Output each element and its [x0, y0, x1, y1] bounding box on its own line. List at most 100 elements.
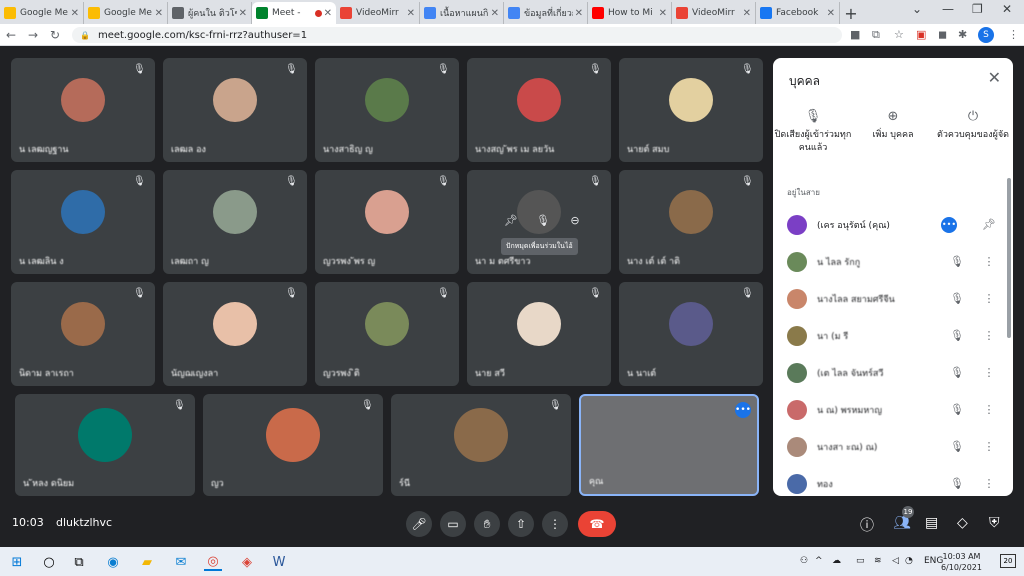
mic-off-icon[interactable]: 🎙︎	[941, 255, 973, 268]
participant-tile[interactable]: 🎙︎ นาง เต์ เต์ าติ	[619, 170, 763, 274]
system-clock[interactable]: 10:03 AM 6/10/2021	[941, 551, 982, 573]
participant-tile[interactable]: 🎙︎ ญวรพง ิติ	[315, 282, 459, 386]
participant-tile[interactable]: 🎙︎ ญวรพง ัพร ญ	[315, 170, 459, 274]
close-tab-icon[interactable]: ✕	[407, 8, 415, 19]
bookmark-star-icon[interactable]: ☆	[894, 28, 904, 41]
participant-tile[interactable]: 🎙︎ นายต์ สมบ	[619, 58, 763, 162]
people-tray-icon[interactable]: ⚇	[800, 556, 808, 566]
tab-search-icon[interactable]: ⌄	[912, 2, 922, 16]
back-icon[interactable]: ←	[0, 28, 22, 42]
meeting-details-icon[interactable]: ⓘ	[860, 515, 874, 535]
raise-hand-button[interactable]: ✋︎	[474, 511, 500, 537]
wifi-icon[interactable]: ◔	[905, 556, 913, 566]
participant-tile[interactable]: 🎙︎ เลฒถา ญ	[163, 170, 307, 274]
self-video-tile[interactable]: ••• คุณ	[579, 394, 759, 496]
chrome-icon[interactable]: ◎	[204, 553, 222, 571]
participant-tile[interactable]: 🎙︎ ญว	[203, 394, 383, 496]
browser-tab[interactable]: VideoMirr ✕	[336, 2, 420, 24]
windows-start-icon[interactable]: ⊞	[8, 553, 26, 571]
mail-icon[interactable]: ✉	[172, 553, 190, 571]
show-hidden-icon[interactable]: ^	[815, 556, 823, 566]
participant-tile[interactable]: 🎙︎ เลฒล อง	[163, 58, 307, 162]
people-list-item[interactable]: นางสา ะณ) ณ) 🎙︎ ⋮	[773, 428, 1005, 465]
participant-tile[interactable]: 🎙︎ นางสาธิญ ญ	[315, 58, 459, 162]
browser-tab[interactable]: Google Me ✕	[0, 2, 84, 24]
participant-tile[interactable]: 🎙︎ ร์นี	[391, 394, 571, 496]
close-tab-icon[interactable]: ✕	[491, 8, 499, 19]
more-vert-icon[interactable]: ⋮	[973, 477, 1005, 490]
panel-action-2[interactable]: ⏻ ตัวควบคุมของผู้จัด	[933, 110, 1013, 155]
participant-tile[interactable]: 🎙︎ นิดาม ลาเรถา	[11, 282, 155, 386]
remove-icon[interactable]: ⊖	[565, 210, 585, 230]
people-list-item[interactable]: (เต ไลล จันทร์สวี 🎙︎ ⋮	[773, 354, 1005, 391]
close-tab-icon[interactable]: ✕	[239, 8, 247, 19]
more-vert-icon[interactable]: ⋮	[973, 329, 1005, 342]
people-list-item[interactable]: น ไลล รักกู 🎙︎ ⋮	[773, 243, 1005, 280]
mic-off-icon[interactable]: 🎙︎	[941, 292, 973, 305]
close-tab-icon[interactable]: ✕	[71, 8, 79, 19]
people-scrollbar[interactable]	[1007, 178, 1011, 338]
activities-icon[interactable]: ◇	[957, 515, 968, 531]
present-button[interactable]: ⇧	[508, 511, 534, 537]
participant-tile[interactable]: 🎙︎ นาย สวี	[467, 282, 611, 386]
browser-tab[interactable]: ผู้คนใน ติวโซน✕	[168, 2, 252, 24]
new-tab-button[interactable]: +	[840, 2, 862, 24]
mic-off-icon[interactable]: 🎙︎	[941, 366, 973, 379]
leave-call-button[interactable]: ☎	[578, 511, 616, 537]
browser-tab[interactable]: VideoMirr ✕	[672, 2, 756, 24]
chat-icon[interactable]: ▤	[925, 515, 938, 531]
browser-tab[interactable]: Meet - ✕	[252, 2, 336, 24]
extension-vm-icon[interactable]: ▣	[916, 28, 926, 41]
chrome-menu-icon[interactable]: ⋮	[1008, 28, 1019, 41]
mic-off-icon[interactable]: 🎙︎	[941, 329, 973, 342]
more-vert-icon[interactable]: ⋮	[973, 292, 1005, 305]
participant-tile[interactable]: 🎙︎ นา ม ตศรีขาว 📌︎ 🎙︎ ⊖ ปักหมุดเพื่อนร่วมในไอ…	[467, 170, 611, 274]
mic-off-icon[interactable]: 🎙︎	[941, 440, 973, 453]
mic-off-icon[interactable]: 🎙︎	[941, 477, 973, 490]
volume-icon[interactable]: ◁	[892, 556, 899, 566]
participant-tile[interactable]: 🎙︎ น นาเต์	[619, 282, 763, 386]
app-icon[interactable]: ◈	[238, 553, 256, 571]
search-icon[interactable]: ○	[40, 553, 58, 571]
panel-action-0[interactable]: 🎙︎ ปิดเสียงผู้เข้าร่วมทุกคนแล้ว	[773, 110, 853, 155]
network-icon[interactable]: ≋	[874, 556, 882, 566]
close-panel-icon[interactable]: ✕	[988, 68, 1001, 87]
participant-tile[interactable]: 🎙︎ น เลฒลิน ง	[11, 170, 155, 274]
translate-icon[interactable]: ⧉	[872, 28, 880, 42]
people-list-item[interactable]: (เคร อนุรัตน์ (คุณ) ••• 📌︎	[773, 206, 1005, 243]
close-window-icon[interactable]: ✕	[1002, 2, 1012, 16]
pin-icon[interactable]: 📌︎	[973, 218, 1005, 231]
host-controls-icon[interactable]: ⛨	[989, 515, 1000, 531]
close-tab-icon[interactable]: ✕	[324, 8, 332, 19]
mute-icon[interactable]: 🎙︎	[533, 210, 553, 230]
people-list-item[interactable]: นา (ม รี 🎙︎ ⋮	[773, 317, 1005, 354]
people-list-item[interactable]: นางไลล สยามศรีจีน 🎙︎ ⋮	[773, 280, 1005, 317]
extension-red-icon[interactable]: ◼	[938, 28, 947, 41]
camera-icon[interactable]: ■	[850, 28, 860, 41]
word-icon[interactable]: W	[270, 553, 288, 571]
close-tab-icon[interactable]: ✕	[575, 8, 583, 19]
people-list-item[interactable]: ทอง 🎙︎ ⋮	[773, 465, 1005, 496]
notification-center-icon[interactable]: 20	[1000, 554, 1016, 568]
close-tab-icon[interactable]: ✕	[155, 8, 163, 19]
more-vert-icon[interactable]: ⋮	[973, 403, 1005, 416]
participant-tile[interactable]: 🎙︎ นัญฌเญงลา	[163, 282, 307, 386]
extensions-puzzle-icon[interactable]: ✱	[958, 28, 967, 41]
mic-toggle-button[interactable]: 🎤︎	[406, 511, 432, 537]
browser-tab[interactable]: เนื้อหาแผนกิ ✕	[420, 2, 504, 24]
forward-icon[interactable]: →	[22, 28, 44, 42]
profile-avatar[interactable]: S	[978, 27, 994, 43]
power-icon[interactable]: ▭	[856, 556, 865, 566]
browser-tab[interactable]: Google Me ✕	[84, 2, 168, 24]
browser-tab[interactable]: Facebook ✕	[756, 2, 840, 24]
more-vert-icon[interactable]: ⋮	[973, 440, 1005, 453]
panel-action-1[interactable]: ⊕ เพิ่ม บุคคล	[853, 110, 933, 155]
more-vert-icon[interactable]: ⋮	[973, 366, 1005, 379]
participant-tile[interactable]: 🎙︎ นางสญ ัพร เม ลยวัน	[467, 58, 611, 162]
more-vert-icon[interactable]: ⋮	[973, 255, 1005, 268]
maximize-icon[interactable]: ❐	[972, 2, 983, 16]
address-bar[interactable]: 🔒 meet.google.com/ksc-frni-rrz?authuser=…	[72, 27, 842, 43]
browser-tab[interactable]: How to Mi ✕	[588, 2, 672, 24]
tile-more-options-icon[interactable]: •••	[735, 402, 751, 418]
person-more-icon[interactable]: •••	[941, 216, 957, 233]
